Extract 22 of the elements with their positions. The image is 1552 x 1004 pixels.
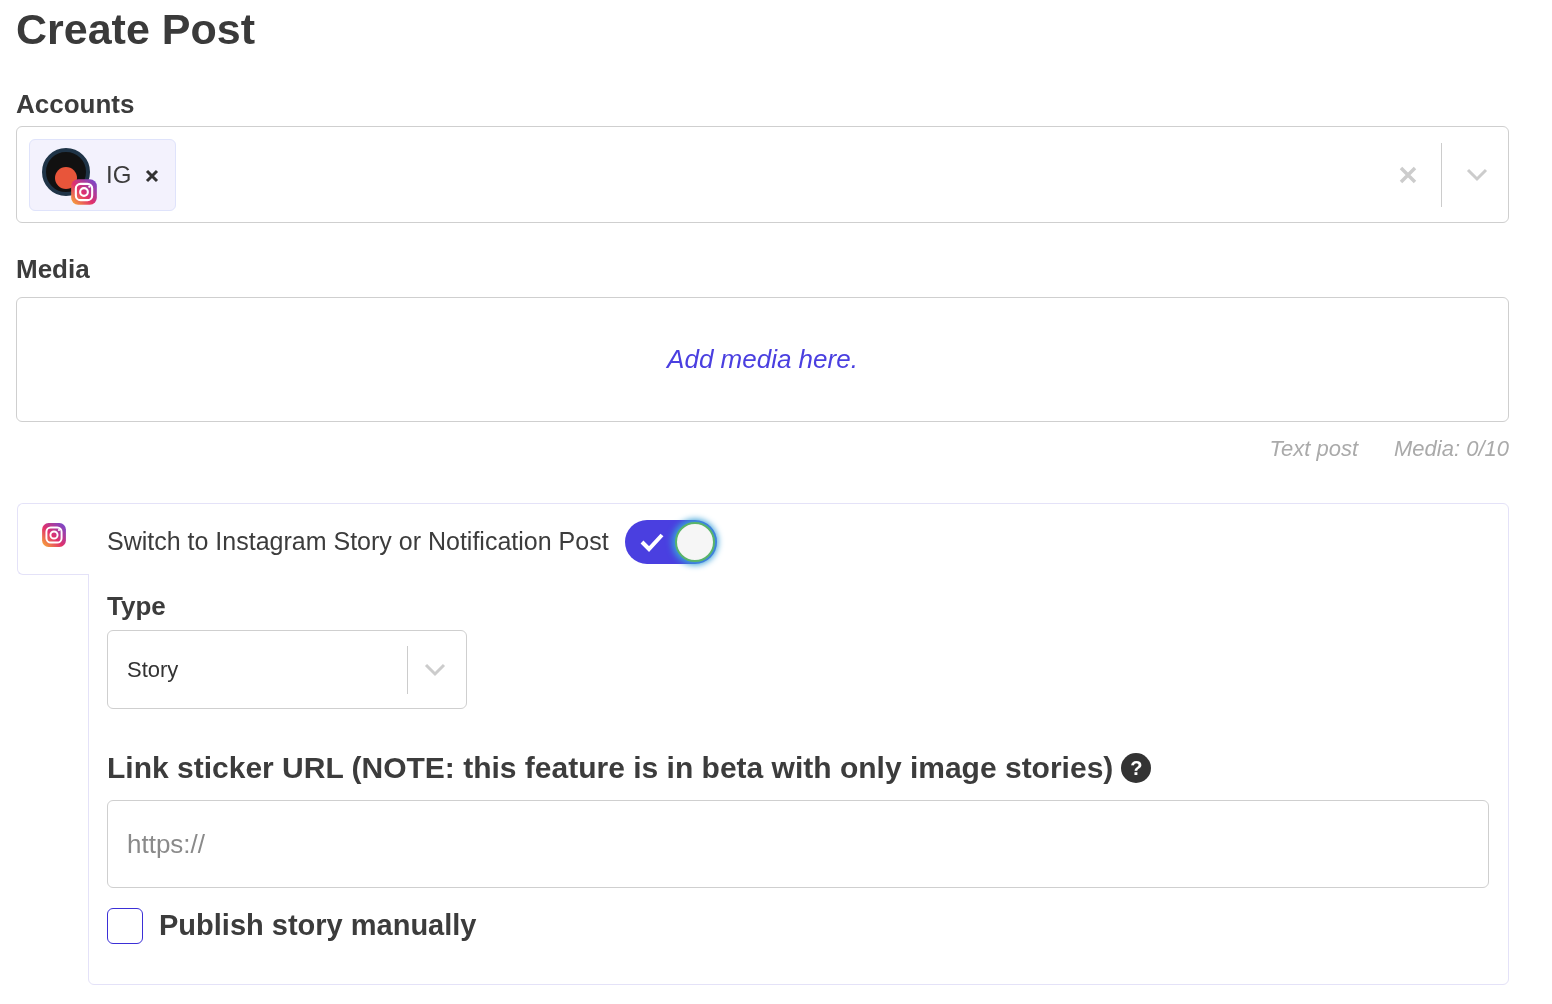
instagram-icon [70,177,98,206]
checkbox-label: Publish story manually [159,908,477,943]
instagram-icon [40,522,67,548]
story-toggle[interactable] [624,520,717,564]
check-icon [638,532,665,552]
field-label: Link sticker URL (NOTE: this feature is in beta with only image stories) [107,750,1114,786]
section-label: Accounts [16,88,136,120]
media-counter: Text post [1269,435,1359,463]
field-label: Type [107,590,167,622]
checkbox[interactable] [107,907,143,944]
page-title: Create Post [16,4,256,55]
network-tab[interactable] [17,503,89,575]
media-counter: Media: 0/10 [1394,435,1509,463]
type-select[interactable]: Story [107,630,467,709]
account-select[interactable]: IG [16,126,1509,223]
url-field[interactable]: https:// [107,800,1489,888]
toggle-label: Switch to Instagram Story or Notification Post [107,526,609,558]
media-dropzone[interactable]: Add media here. [16,297,1509,422]
account-name: IG [106,159,132,190]
dropzone-hint: Add media here. [667,343,858,376]
help-icon[interactable]: ? [1121,752,1152,783]
section-label: Media [16,253,91,285]
